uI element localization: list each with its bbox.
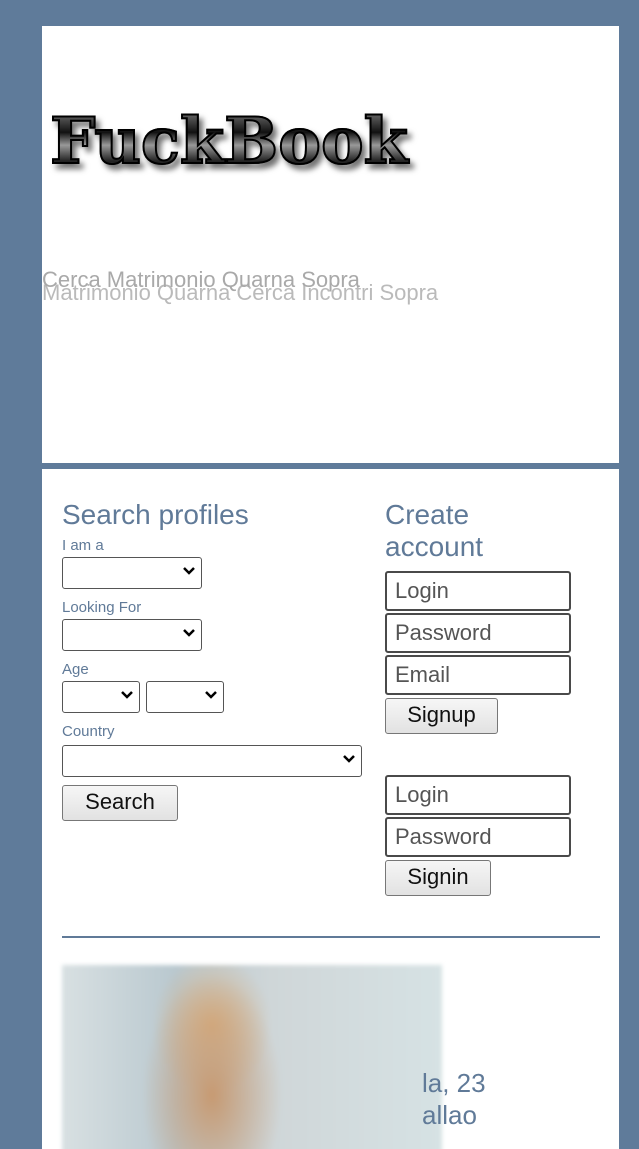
content-panel: Search profiles I am a Looking For Age C…: [42, 469, 619, 1149]
profile-photo[interactable]: [62, 965, 442, 1149]
signin-login-field[interactable]: Login: [385, 775, 571, 815]
tagline-secondary: Matrimonio Quarna Cerca Incontri Sopra: [42, 280, 439, 305]
signup-login-field[interactable]: Login: [385, 571, 571, 611]
chevron-down-icon: [183, 566, 195, 576]
looking-for-label: Looking For: [62, 599, 142, 616]
chevron-down-icon: [183, 628, 195, 638]
profile-caption-line1[interactable]: la, 23: [422, 1067, 486, 1099]
country-select[interactable]: [62, 745, 362, 777]
create-account-title-line1: Create: [385, 499, 470, 530]
i-am-select[interactable]: [62, 557, 202, 589]
search-section: Search profiles: [62, 499, 249, 531]
site-logo[interactable]: FuckBook: [49, 109, 409, 175]
section-divider: [62, 936, 600, 938]
signup-password-field[interactable]: Password: [385, 613, 571, 653]
age-label: Age: [62, 661, 89, 678]
looking-for-select[interactable]: [62, 619, 202, 651]
profile-caption-line2[interactable]: allao: [422, 1099, 477, 1131]
header-panel: FuckBook Cerca Matrimonio Quarna Sopra M…: [42, 26, 619, 463]
search-title: Search profiles: [62, 499, 249, 530]
signup-button[interactable]: Signup: [385, 698, 498, 734]
country-label: Country: [62, 723, 115, 740]
create-account-title: Create account: [385, 499, 483, 563]
chevron-down-icon: [343, 754, 355, 764]
search-button[interactable]: Search: [62, 785, 178, 821]
age-min-select[interactable]: [62, 681, 140, 713]
chevron-down-icon: [121, 690, 133, 700]
signup-email-field[interactable]: Email: [385, 655, 571, 695]
signin-password-field[interactable]: Password: [385, 817, 571, 857]
i-am-label: I am a: [62, 537, 104, 554]
signin-button[interactable]: Signin: [385, 860, 491, 896]
age-max-select[interactable]: [146, 681, 224, 713]
create-account-title-line2: account: [385, 531, 484, 562]
chevron-down-icon: [205, 690, 217, 700]
